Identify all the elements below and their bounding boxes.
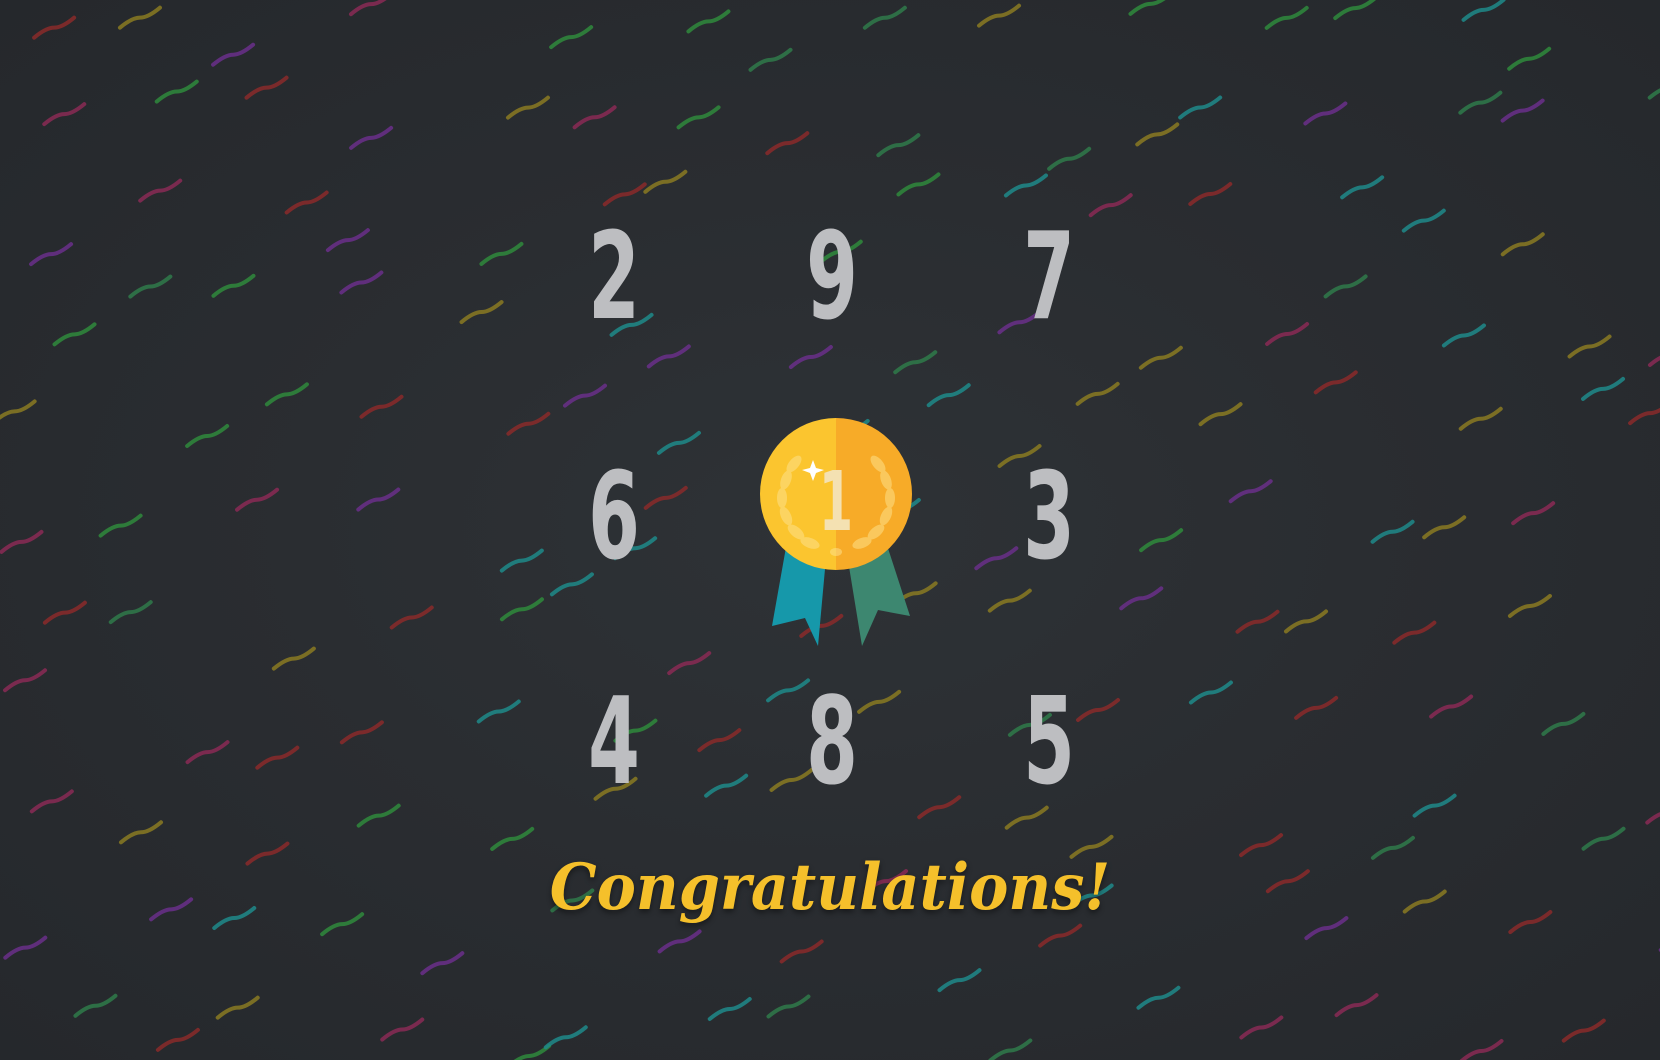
congratulations-message: Congratulations! <box>549 850 1111 925</box>
grid-cell-top-right[interactable]: 7 <box>1012 213 1086 343</box>
grid-cell-bottom-center[interactable]: 8 <box>795 678 869 808</box>
medal-rank: 1 <box>819 454 853 550</box>
grid-cell-middle-right[interactable]: 3 <box>1012 453 1086 583</box>
grid-cell-top-left[interactable]: 2 <box>577 213 651 343</box>
grid-cell-middle-left[interactable]: 6 <box>577 453 651 583</box>
grid-cell-bottom-left[interactable]: 4 <box>577 678 651 808</box>
grid-cell-bottom-right[interactable]: 5 <box>1012 678 1086 808</box>
gold-medal-icon: 1 <box>760 418 912 646</box>
grid-cell-top-center[interactable]: 9 <box>795 213 869 343</box>
